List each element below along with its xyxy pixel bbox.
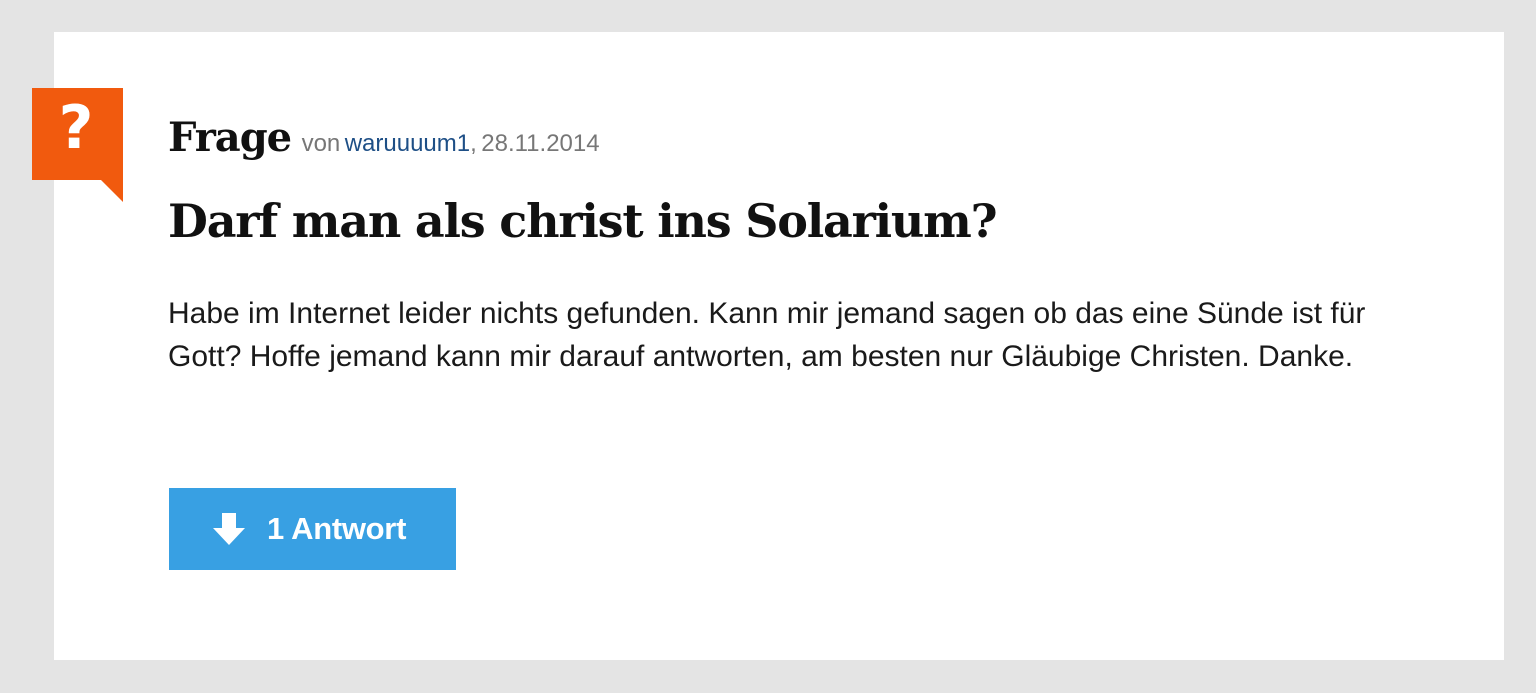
date-separator: , [470, 130, 477, 157]
question-date: 28.11.2014 [481, 130, 600, 157]
arrow-down-icon [213, 513, 245, 545]
by-label: von [301, 130, 341, 157]
badge-tail [101, 180, 123, 202]
question-badge: ? [32, 88, 123, 202]
question-meta: Frage von waruuuum1, 28.11.2014 [168, 114, 600, 161]
question-mark-icon: ? [58, 93, 94, 163]
answers-button[interactable]: 1 Antwort [169, 488, 456, 570]
question-body: Habe im Internet leider nichts gefunden.… [168, 297, 1366, 373]
question-title: Darf man als christ ins Solarium? [168, 194, 998, 248]
answers-button-label: 1 Antwort [267, 511, 407, 546]
author-link[interactable]: waruuuum1 [345, 130, 470, 157]
question-type-label: Frage [168, 114, 292, 161]
